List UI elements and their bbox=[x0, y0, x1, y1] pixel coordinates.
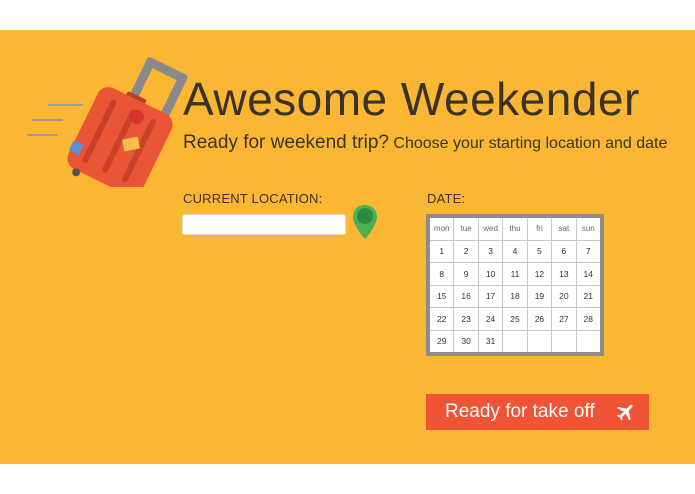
main-panel: Awesome Weekender Ready for weekend trip… bbox=[0, 30, 695, 464]
take-off-button[interactable]: Ready for take off bbox=[426, 394, 649, 430]
date-label: DATE: bbox=[427, 191, 466, 206]
calendar-day[interactable]: 28 bbox=[576, 308, 600, 330]
calendar-day[interactable]: 25 bbox=[503, 308, 527, 330]
app-title: Awesome Weekender bbox=[183, 73, 640, 125]
subtitle-lead: Ready for weekend trip? bbox=[183, 132, 389, 153]
take-off-button-label: Ready for take off bbox=[445, 401, 595, 422]
calendar-grid: mon tue wed thu fri sat sun 1 2 3 4 5 6 7 8 9 10 11 12 13 14… bbox=[430, 218, 600, 352]
calendar-day[interactable]: 10 bbox=[478, 263, 503, 285]
calendar-weekday: sun bbox=[576, 218, 600, 240]
calendar-day[interactable]: 16 bbox=[454, 285, 478, 307]
suitcase-icon bbox=[27, 57, 188, 187]
calendar-day[interactable]: 21 bbox=[576, 285, 600, 307]
calendar-day[interactable]: 19 bbox=[527, 285, 552, 307]
calendar-weekday: tue bbox=[454, 218, 478, 240]
calendar-day[interactable]: 5 bbox=[527, 240, 552, 262]
calendar-day[interactable]: 18 bbox=[503, 285, 527, 307]
calendar-day[interactable]: 27 bbox=[552, 308, 576, 330]
location-input[interactable] bbox=[182, 214, 346, 235]
calendar-weekday: fri bbox=[527, 218, 552, 240]
calendar-empty-cell bbox=[576, 330, 600, 352]
calendar-day[interactable]: 22 bbox=[430, 308, 454, 330]
calendar-day[interactable]: 13 bbox=[552, 263, 576, 285]
subtitle: Ready for weekend trip? Choose your star… bbox=[183, 132, 667, 154]
calendar-empty-cell bbox=[527, 330, 552, 352]
calendar-day[interactable]: 12 bbox=[527, 263, 552, 285]
calendar-day[interactable]: 14 bbox=[576, 263, 600, 285]
calendar-day[interactable]: 3 bbox=[478, 240, 503, 262]
calendar-day[interactable]: 23 bbox=[454, 308, 478, 330]
location-label: CURRENT LOCATION: bbox=[183, 191, 323, 206]
calendar-day[interactable]: 9 bbox=[454, 263, 478, 285]
calendar-day[interactable]: 6 bbox=[552, 240, 576, 262]
airplane-icon bbox=[616, 404, 633, 421]
calendar-weekday: mon bbox=[430, 218, 454, 240]
calendar-day[interactable]: 7 bbox=[576, 240, 600, 262]
calendar-day[interactable]: 17 bbox=[478, 285, 503, 307]
calendar-day[interactable]: 20 bbox=[552, 285, 576, 307]
calendar-day[interactable]: 8 bbox=[430, 263, 454, 285]
calendar-day[interactable]: 24 bbox=[478, 308, 503, 330]
subtitle-rest: Choose your starting location and date bbox=[393, 135, 668, 152]
calendar-day[interactable]: 29 bbox=[430, 330, 454, 352]
calendar-empty-cell bbox=[503, 330, 527, 352]
calendar-weekday: wed bbox=[478, 218, 503, 240]
calendar-day[interactable]: 2 bbox=[454, 240, 478, 262]
calendar-day[interactable]: 1 bbox=[430, 240, 454, 262]
calendar-empty-cell bbox=[552, 330, 576, 352]
calendar-day[interactable]: 11 bbox=[503, 263, 527, 285]
calendar-weekday: sat bbox=[552, 218, 576, 240]
calendar-day[interactable]: 26 bbox=[527, 308, 552, 330]
calendar-weekday: thu bbox=[503, 218, 527, 240]
calendar-day[interactable]: 30 bbox=[454, 330, 478, 352]
date-calendar: mon tue wed thu fri sat sun 1 2 3 4 5 6 7 8 9 10 11 12 13 14… bbox=[426, 214, 604, 356]
calendar-day[interactable]: 4 bbox=[503, 240, 527, 262]
calendar-day[interactable]: 15 bbox=[430, 285, 454, 307]
calendar-day[interactable]: 31 bbox=[478, 330, 503, 352]
map-pin-icon[interactable] bbox=[352, 204, 378, 240]
